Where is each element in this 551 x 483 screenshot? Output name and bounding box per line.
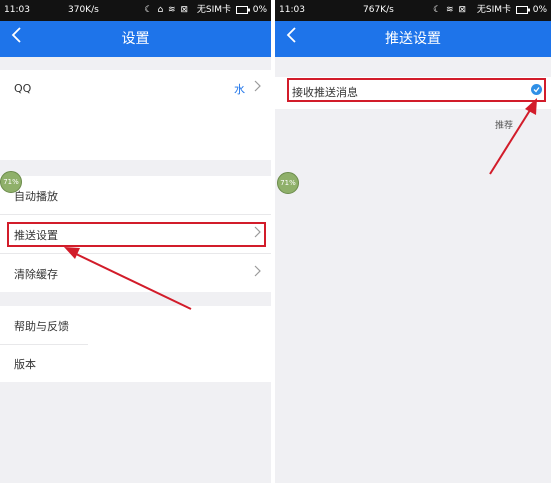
status-icons: ☾ ⌂ ≋ ⊠ [144,5,189,15]
status-sim: 无SIM卡 [196,5,231,15]
qq-label: QQ [14,82,32,95]
page-title: 设置 [121,31,150,47]
version-row[interactable]: 版本 [0,345,271,382]
settings-screen: 11:03 370K/s ☾ ⌂ ≋ ⊠ 无SIM卡 0% 设置 QQ 水 自动… [0,0,271,483]
status-icons: ☾ ≋ ⊠ [433,5,467,15]
floating-badge[interactable]: 71% [277,172,299,194]
page-title: 推送设置 [385,31,441,47]
account-row-qq[interactable]: QQ 水 [0,70,271,160]
about-group: 帮助与反馈 版本 [0,306,271,382]
autoplay-row[interactable]: 自动播放 [0,176,271,214]
annotation-arrow [64,247,192,310]
chevron-right-icon [254,80,261,95]
help-feedback-label: 帮助与反馈 [14,320,69,333]
status-bar: 11:03 370K/s ☾ ⌂ ≋ ⊠ 无SIM卡 0% [0,0,271,21]
battery-icon: 0% [515,0,547,21]
status-sim: 无SIM卡 [476,5,511,15]
version-label: 版本 [14,358,36,371]
floating-badge[interactable]: 71% [0,171,22,193]
status-bar: 11:03 767K/s ☾ ≋ ⊠ 无SIM卡 0% [275,0,551,21]
status-speed: 370K/s [68,5,99,15]
clear-cache-label: 清除缓存 [14,268,58,281]
status-battery: 0% [252,5,267,15]
status-time: 11:03 [4,5,30,15]
chevron-right-icon [254,265,261,280]
battery-icon: 0% [235,0,267,21]
title-bar: 设置 [0,21,271,57]
status-time: 11:03 [279,5,305,15]
qq-value: 水 [234,83,245,96]
autoplay-label: 自动播放 [14,190,58,203]
status-speed: 767K/s [363,5,394,15]
push-settings-screen: 11:03 767K/s ☾ ≋ ⊠ 无SIM卡 0% 推送设置 接收推送消息 … [275,0,551,483]
annotation-arrow [489,98,537,175]
title-bar: 推送设置 [275,21,551,57]
status-battery: 0% [532,5,547,15]
